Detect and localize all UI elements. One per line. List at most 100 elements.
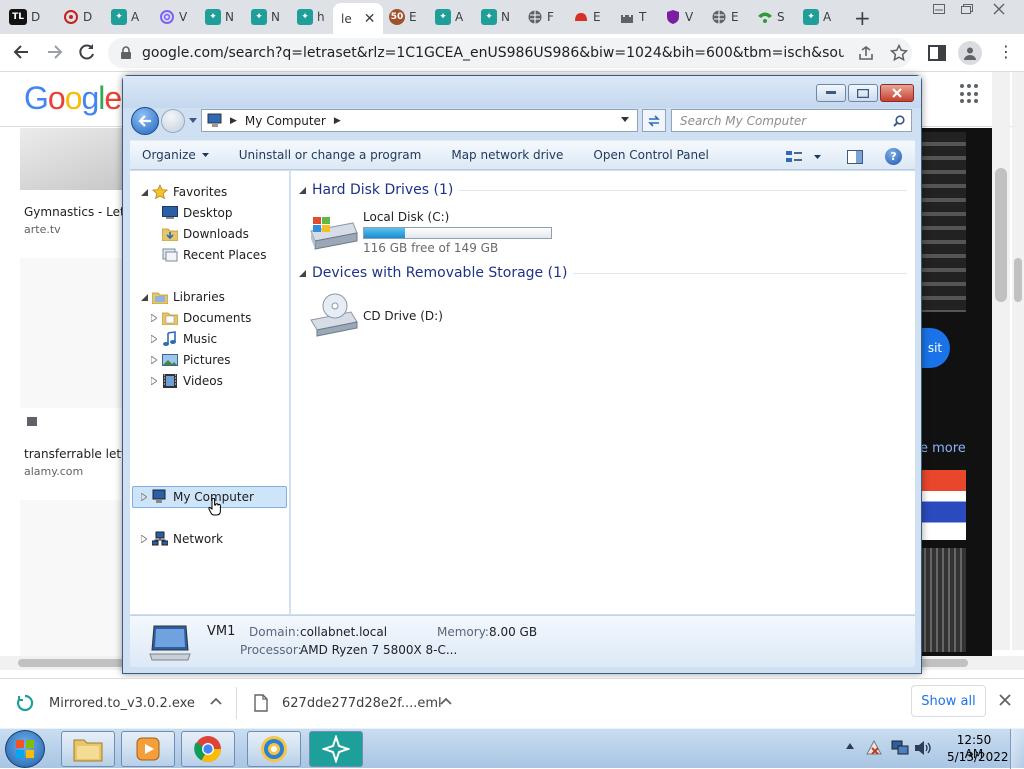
search-icon[interactable] <box>893 115 905 127</box>
local-disk-c[interactable]: Local Disk (C:) 116 GB free of 149 GB <box>363 210 553 255</box>
chrome-taskbar-button[interactable] <box>181 731 235 767</box>
expander-closed-icon[interactable] <box>150 377 158 385</box>
scrollbar-thumb[interactable] <box>995 168 1007 302</box>
breadcrumb[interactable]: My Computer <box>245 114 326 128</box>
nav-desktop[interactable]: Desktop <box>162 202 233 223</box>
back-arrow-icon[interactable] <box>131 107 159 135</box>
minimize-icon[interactable] <box>816 84 846 102</box>
visit-button[interactable]: sit <box>920 328 950 368</box>
tab-18[interactable]: ✦ A <box>800 5 834 29</box>
media-player-taskbar-button[interactable] <box>121 731 175 767</box>
open-control-panel-button[interactable]: Open Control Panel <box>578 148 723 162</box>
google-logo[interactable]: Google <box>24 80 122 117</box>
reload-icon[interactable] <box>78 43 96 61</box>
nav-music[interactable]: Music <box>162 328 217 349</box>
close-downloads-icon[interactable] <box>999 694 1011 706</box>
expander-closed-icon[interactable] <box>140 535 148 543</box>
address-bar[interactable]: google.com/search?q=letraset&rlz=1C1GCEA… <box>108 38 912 68</box>
forward-arrow-icon[interactable] <box>161 109 185 133</box>
recent-pages-chevron-icon[interactable] <box>189 118 197 123</box>
search-input[interactable]: Search My Computer <box>671 109 912 132</box>
tab-5[interactable]: ✦ N <box>202 5 237 29</box>
image-thumbnail[interactable] <box>20 128 122 190</box>
organize-button[interactable]: Organize <box>130 148 224 162</box>
expander-closed-icon[interactable] <box>150 356 158 364</box>
profile-avatar-icon[interactable] <box>958 41 982 65</box>
related-image[interactable] <box>920 548 966 652</box>
related-image[interactable] <box>920 470 966 540</box>
tab-13[interactable]: E <box>570 5 604 29</box>
nav-libraries[interactable]: Libraries <box>152 286 225 307</box>
apps-grid-icon[interactable] <box>960 84 980 104</box>
expander-closed-icon[interactable] <box>150 335 158 343</box>
nav-videos[interactable]: Videos <box>162 370 223 391</box>
bookmark-star-icon[interactable] <box>890 44 908 62</box>
image-thumbnail[interactable] <box>20 258 122 408</box>
download-item[interactable]: 627dde277d28e2f....eml <box>254 679 466 727</box>
tab-12[interactable]: F <box>524 5 557 29</box>
help-icon[interactable]: ? <box>885 148 902 165</box>
network-tray-icon[interactable] <box>891 740 909 756</box>
app-taskbar-button[interactable] <box>309 731 363 767</box>
minimize-browser-icon[interactable] <box>924 0 954 18</box>
outer-scrollbar[interactable] <box>1012 72 1024 650</box>
chevron-up-icon[interactable] <box>210 697 222 705</box>
see-more-link[interactable]: e more <box>920 441 966 456</box>
tab-7[interactable]: ✦ h <box>294 5 328 29</box>
scrollbar-thumb[interactable] <box>1014 258 1022 302</box>
browser-taskbar-button[interactable] <box>247 731 301 767</box>
tab-active[interactable]: le ✕ <box>333 3 384 34</box>
tab-17[interactable]: S <box>754 5 788 29</box>
explorer-title-bar[interactable] <box>123 76 921 108</box>
refresh-icon[interactable] <box>642 109 666 132</box>
expander-open-icon[interactable] <box>140 293 148 301</box>
nav-documents[interactable]: Documents <box>162 307 251 328</box>
clock-date[interactable]: 5/13/2022 <box>947 750 1009 764</box>
new-tab-icon[interactable]: + <box>854 6 871 30</box>
group-header-removable[interactable]: Devices with Removable Storage (1) <box>299 265 907 281</box>
download-item[interactable]: Mirrored.to_v3.0.2.exe <box>16 679 232 727</box>
group-header-hard-disks[interactable]: Hard Disk Drives (1) <box>299 182 907 198</box>
close-icon[interactable] <box>880 84 914 102</box>
image-thumbnail[interactable] <box>20 500 122 670</box>
action-center-icon[interactable] <box>866 740 882 756</box>
map-network-drive-button[interactable]: Map network drive <box>436 148 578 162</box>
chevron-up-icon[interactable] <box>440 697 452 705</box>
result-title[interactable]: Gymnastics - Letra <box>24 205 137 219</box>
page-scrollbar[interactable] <box>992 72 1010 650</box>
tab-3[interactable]: ✦ A <box>108 5 142 29</box>
uninstall-program-button[interactable]: Uninstall or change a program <box>224 148 437 162</box>
breadcrumb-separator-icon[interactable]: ▶ <box>230 116 237 126</box>
start-button[interactable] <box>5 730 45 768</box>
volume-icon[interactable] <box>914 740 932 756</box>
result-source[interactable]: alamy.com <box>24 465 83 478</box>
tab-10[interactable]: ✦ A <box>432 5 466 29</box>
nav-pictures[interactable]: Pictures <box>162 349 231 370</box>
show-all-button[interactable]: Show all <box>911 685 986 717</box>
nav-recent-places[interactable]: Recent Places <box>162 244 266 265</box>
tab-9[interactable]: 50 E <box>386 5 420 29</box>
close-browser-icon[interactable] <box>984 0 1014 18</box>
tab-2[interactable]: D <box>60 5 95 29</box>
restore-browser-icon[interactable] <box>952 0 982 18</box>
show-hidden-icons-icon[interactable] <box>846 743 854 749</box>
tab-14[interactable]: T <box>616 5 649 29</box>
tab-15[interactable]: V <box>662 5 696 29</box>
expander-closed-icon[interactable] <box>140 493 148 501</box>
cd-drive-d[interactable]: CD Drive (D:) <box>363 309 443 323</box>
tab-4[interactable]: V <box>156 5 190 29</box>
expander-open-icon[interactable] <box>140 188 148 196</box>
nav-my-computer[interactable]: My Computer <box>152 486 254 507</box>
nav-downloads[interactable]: Downloads <box>162 223 249 244</box>
side-panel-icon[interactable] <box>928 44 946 62</box>
address-dropdown-icon[interactable] <box>621 117 629 122</box>
share-icon[interactable] <box>858 45 874 61</box>
preview-pane-icon[interactable] <box>847 149 863 164</box>
explorer-taskbar-button[interactable] <box>61 731 115 767</box>
tab-11[interactable]: ✦ N <box>478 5 513 29</box>
expander-closed-icon[interactable] <box>150 314 158 322</box>
maximize-icon[interactable] <box>848 84 878 102</box>
breadcrumb-separator-icon[interactable]: ▶ <box>334 116 341 126</box>
tab-close-icon[interactable]: ✕ <box>364 11 376 27</box>
nav-network[interactable]: Network <box>152 528 223 549</box>
